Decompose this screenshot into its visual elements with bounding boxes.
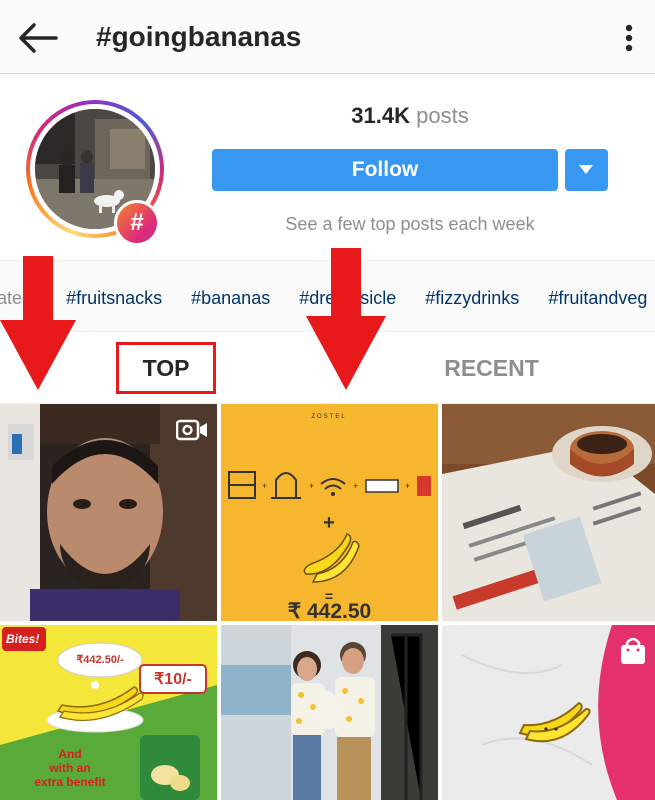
svg-text:+: +	[323, 512, 335, 534]
svg-text:+: +	[262, 481, 267, 491]
more-options-button[interactable]	[619, 20, 639, 56]
grid-post-1[interactable]	[0, 404, 217, 621]
related-tag-fizzydrinks[interactable]: #fizzydrinks	[425, 288, 519, 308]
svg-text:+: +	[353, 481, 358, 491]
top-posts-hint: See a few top posts each week	[285, 214, 535, 234]
svg-text:ZOSTEL: ZOSTEL	[311, 414, 346, 420]
posts-stat: 31.4K posts	[212, 102, 608, 130]
hashtag-profile: # 31.4K posts Follow See a few top posts…	[0, 74, 655, 260]
video-camera-icon	[176, 419, 207, 441]
related-tag-bananas[interactable]: #bananas	[191, 288, 270, 308]
svg-text:+: +	[405, 481, 410, 491]
page-title: #goingbananas	[96, 21, 302, 52]
posts-label: posts	[416, 103, 469, 128]
svg-text:+: +	[309, 481, 314, 491]
tile4-caption-line1: And	[58, 747, 82, 761]
more-vertical-icon	[625, 24, 633, 52]
tile4-price-bubble: ₹442.50/-	[76, 654, 124, 666]
follow-button[interactable]: Follow	[212, 149, 558, 191]
highlight-box: TOP	[116, 342, 216, 394]
app-header: #goingbananas	[0, 0, 655, 74]
grid-post-4[interactable]: Bites! ₹442.50/- ₹10/- And with an extra…	[0, 625, 217, 800]
tile4-price-tag: ₹10/-	[154, 671, 192, 688]
grid-post-6[interactable]	[442, 625, 655, 800]
grid-post-5[interactable]	[221, 625, 438, 800]
tile4-caption-line2: with an	[49, 761, 91, 775]
tab-top-label: TOP	[142, 355, 190, 381]
annotation-arrow-left	[0, 256, 76, 390]
tile2-price: ₹ 442.50	[287, 600, 372, 621]
related-tag-fruitandveg[interactable]: #fruitandveg	[548, 288, 647, 308]
hashtag-badge-icon: #	[114, 200, 160, 246]
posts-count: 31.4K	[351, 103, 410, 128]
back-button[interactable]	[14, 18, 62, 58]
annotation-arrow-right	[306, 248, 386, 390]
grid-post-2[interactable]: ZOSTEL + + + + + = ₹ 442.50	[221, 404, 438, 621]
post-grid: ZOSTEL + + + + + = ₹ 442.50 Bites! ₹442.…	[0, 404, 655, 800]
caret-down-icon	[579, 165, 593, 174]
tile4-caption: And with an extra benefit	[10, 747, 130, 789]
tile4-brand: Bites!	[6, 632, 40, 646]
grid-post-3[interactable]	[442, 404, 655, 621]
related-tag-fruitsnacks[interactable]: #fruitsnacks	[66, 288, 162, 308]
tile4-caption-line3: extra benefit	[34, 775, 106, 789]
follow-options-dropdown[interactable]	[565, 149, 608, 191]
arrow-left-icon	[19, 23, 58, 53]
shopping-bag-icon	[621, 637, 645, 664]
